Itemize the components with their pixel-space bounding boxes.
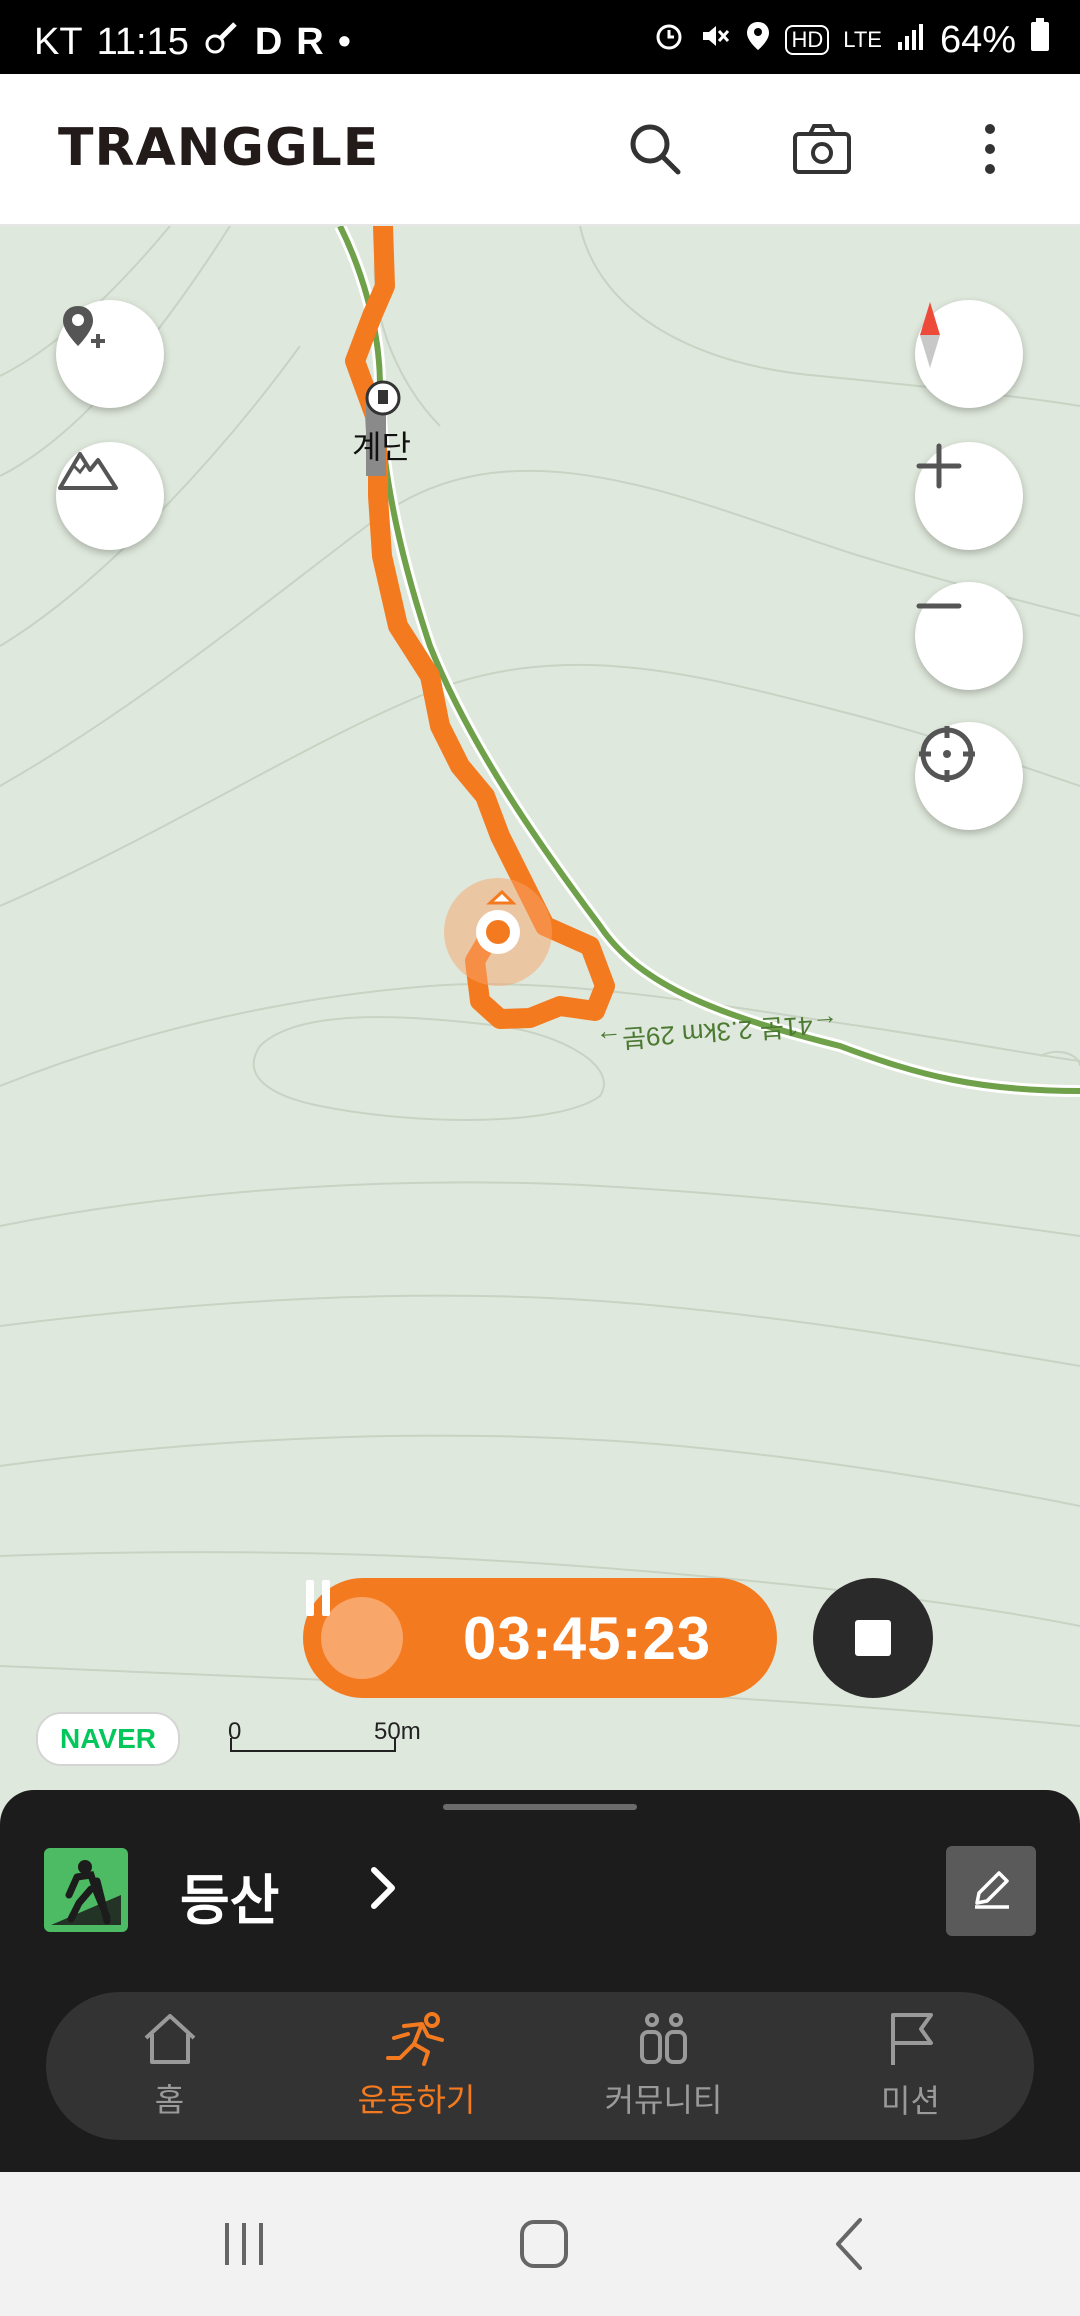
hiking-app-icon (203, 18, 241, 66)
home-nav-icon[interactable] (514, 2214, 574, 2274)
tab-exercise[interactable]: 운동하기 (293, 1992, 540, 2140)
pause-button[interactable] (306, 1580, 403, 1679)
more-options-icon[interactable] (955, 114, 1025, 184)
running-icon (384, 2011, 450, 2071)
naver-attribution: NAVER (36, 1712, 180, 1766)
zoom-in-button[interactable] (915, 442, 1023, 550)
battery-icon (1030, 18, 1050, 62)
edit-button[interactable] (946, 1846, 1036, 1936)
system-nav-bar (0, 2172, 1080, 2316)
camera-icon[interactable] (787, 114, 857, 184)
terrain-button[interactable] (56, 442, 164, 550)
status-bar: KT 11:15 D R • HD LTE 64% (0, 0, 1080, 74)
battery-level: 64% (939, 18, 1016, 61)
app-logo: TRANGGLE (58, 118, 380, 178)
pencil-icon (967, 1865, 1015, 1918)
tab-home-label: 홈 (154, 2081, 185, 2118)
tab-community-label: 커뮤니티 (604, 2081, 723, 2118)
poi-label-stairs: 계단 (352, 429, 411, 465)
clock: 11:15 (96, 20, 189, 63)
dot-indicator: • (337, 20, 352, 63)
map-view[interactable]: 계단 ←41분 2.3km 29분→ 03:45:23 NAVER 0 50m (0, 226, 1080, 1790)
elapsed-time: 03:45:23 (463, 1604, 712, 1672)
tab-community[interactable]: 커뮤니티 (540, 1992, 787, 2140)
location-icon (745, 19, 771, 62)
mute-icon (699, 19, 731, 62)
tab-exercise-label: 운동하기 (357, 2081, 476, 2118)
hd-icon: HD (785, 25, 830, 55)
sheet-grabber[interactable] (443, 1804, 637, 1810)
alarm-icon (653, 19, 685, 62)
carrier-label: KT (34, 20, 83, 63)
recent-apps-icon[interactable] (214, 2214, 274, 2274)
network-type: LTE (843, 27, 882, 52)
scale-bar (230, 1738, 396, 1752)
add-waypoint-button[interactable] (56, 300, 164, 408)
stop-button[interactable] (813, 1578, 933, 1698)
app-header: TRANGGLE (0, 74, 1080, 228)
map-scale: 0 50m (228, 1718, 421, 1758)
hiking-icon (44, 1848, 128, 1932)
bottom-sheet: 등산 홈 운동하기 커뮤니티 미션 (0, 1790, 1080, 2172)
chevron-right-icon[interactable] (368, 1864, 398, 1924)
bottom-tab-bar: 홈 운동하기 커뮤니티 미션 (46, 1992, 1034, 2140)
search-icon[interactable] (620, 114, 690, 184)
tab-mission-label: 미션 (881, 2082, 940, 2119)
timer-pill: 03:45:23 (303, 1578, 777, 1698)
stop-icon (855, 1620, 891, 1656)
community-icon (634, 2012, 694, 2071)
d-indicator: D (254, 20, 283, 63)
activity-type[interactable]: 등산 (180, 1856, 279, 1935)
signal-icon (896, 19, 926, 62)
zoom-out-button[interactable] (915, 582, 1023, 690)
flag-icon (885, 2011, 937, 2072)
r-indicator: R (296, 20, 324, 63)
tab-home[interactable]: 홈 (46, 1992, 293, 2140)
home-icon (140, 2012, 200, 2071)
tab-mission[interactable]: 미션 (787, 1992, 1034, 2140)
back-icon[interactable] (820, 2214, 880, 2274)
my-location-button[interactable] (915, 722, 1023, 830)
compass-button[interactable] (915, 300, 1023, 408)
